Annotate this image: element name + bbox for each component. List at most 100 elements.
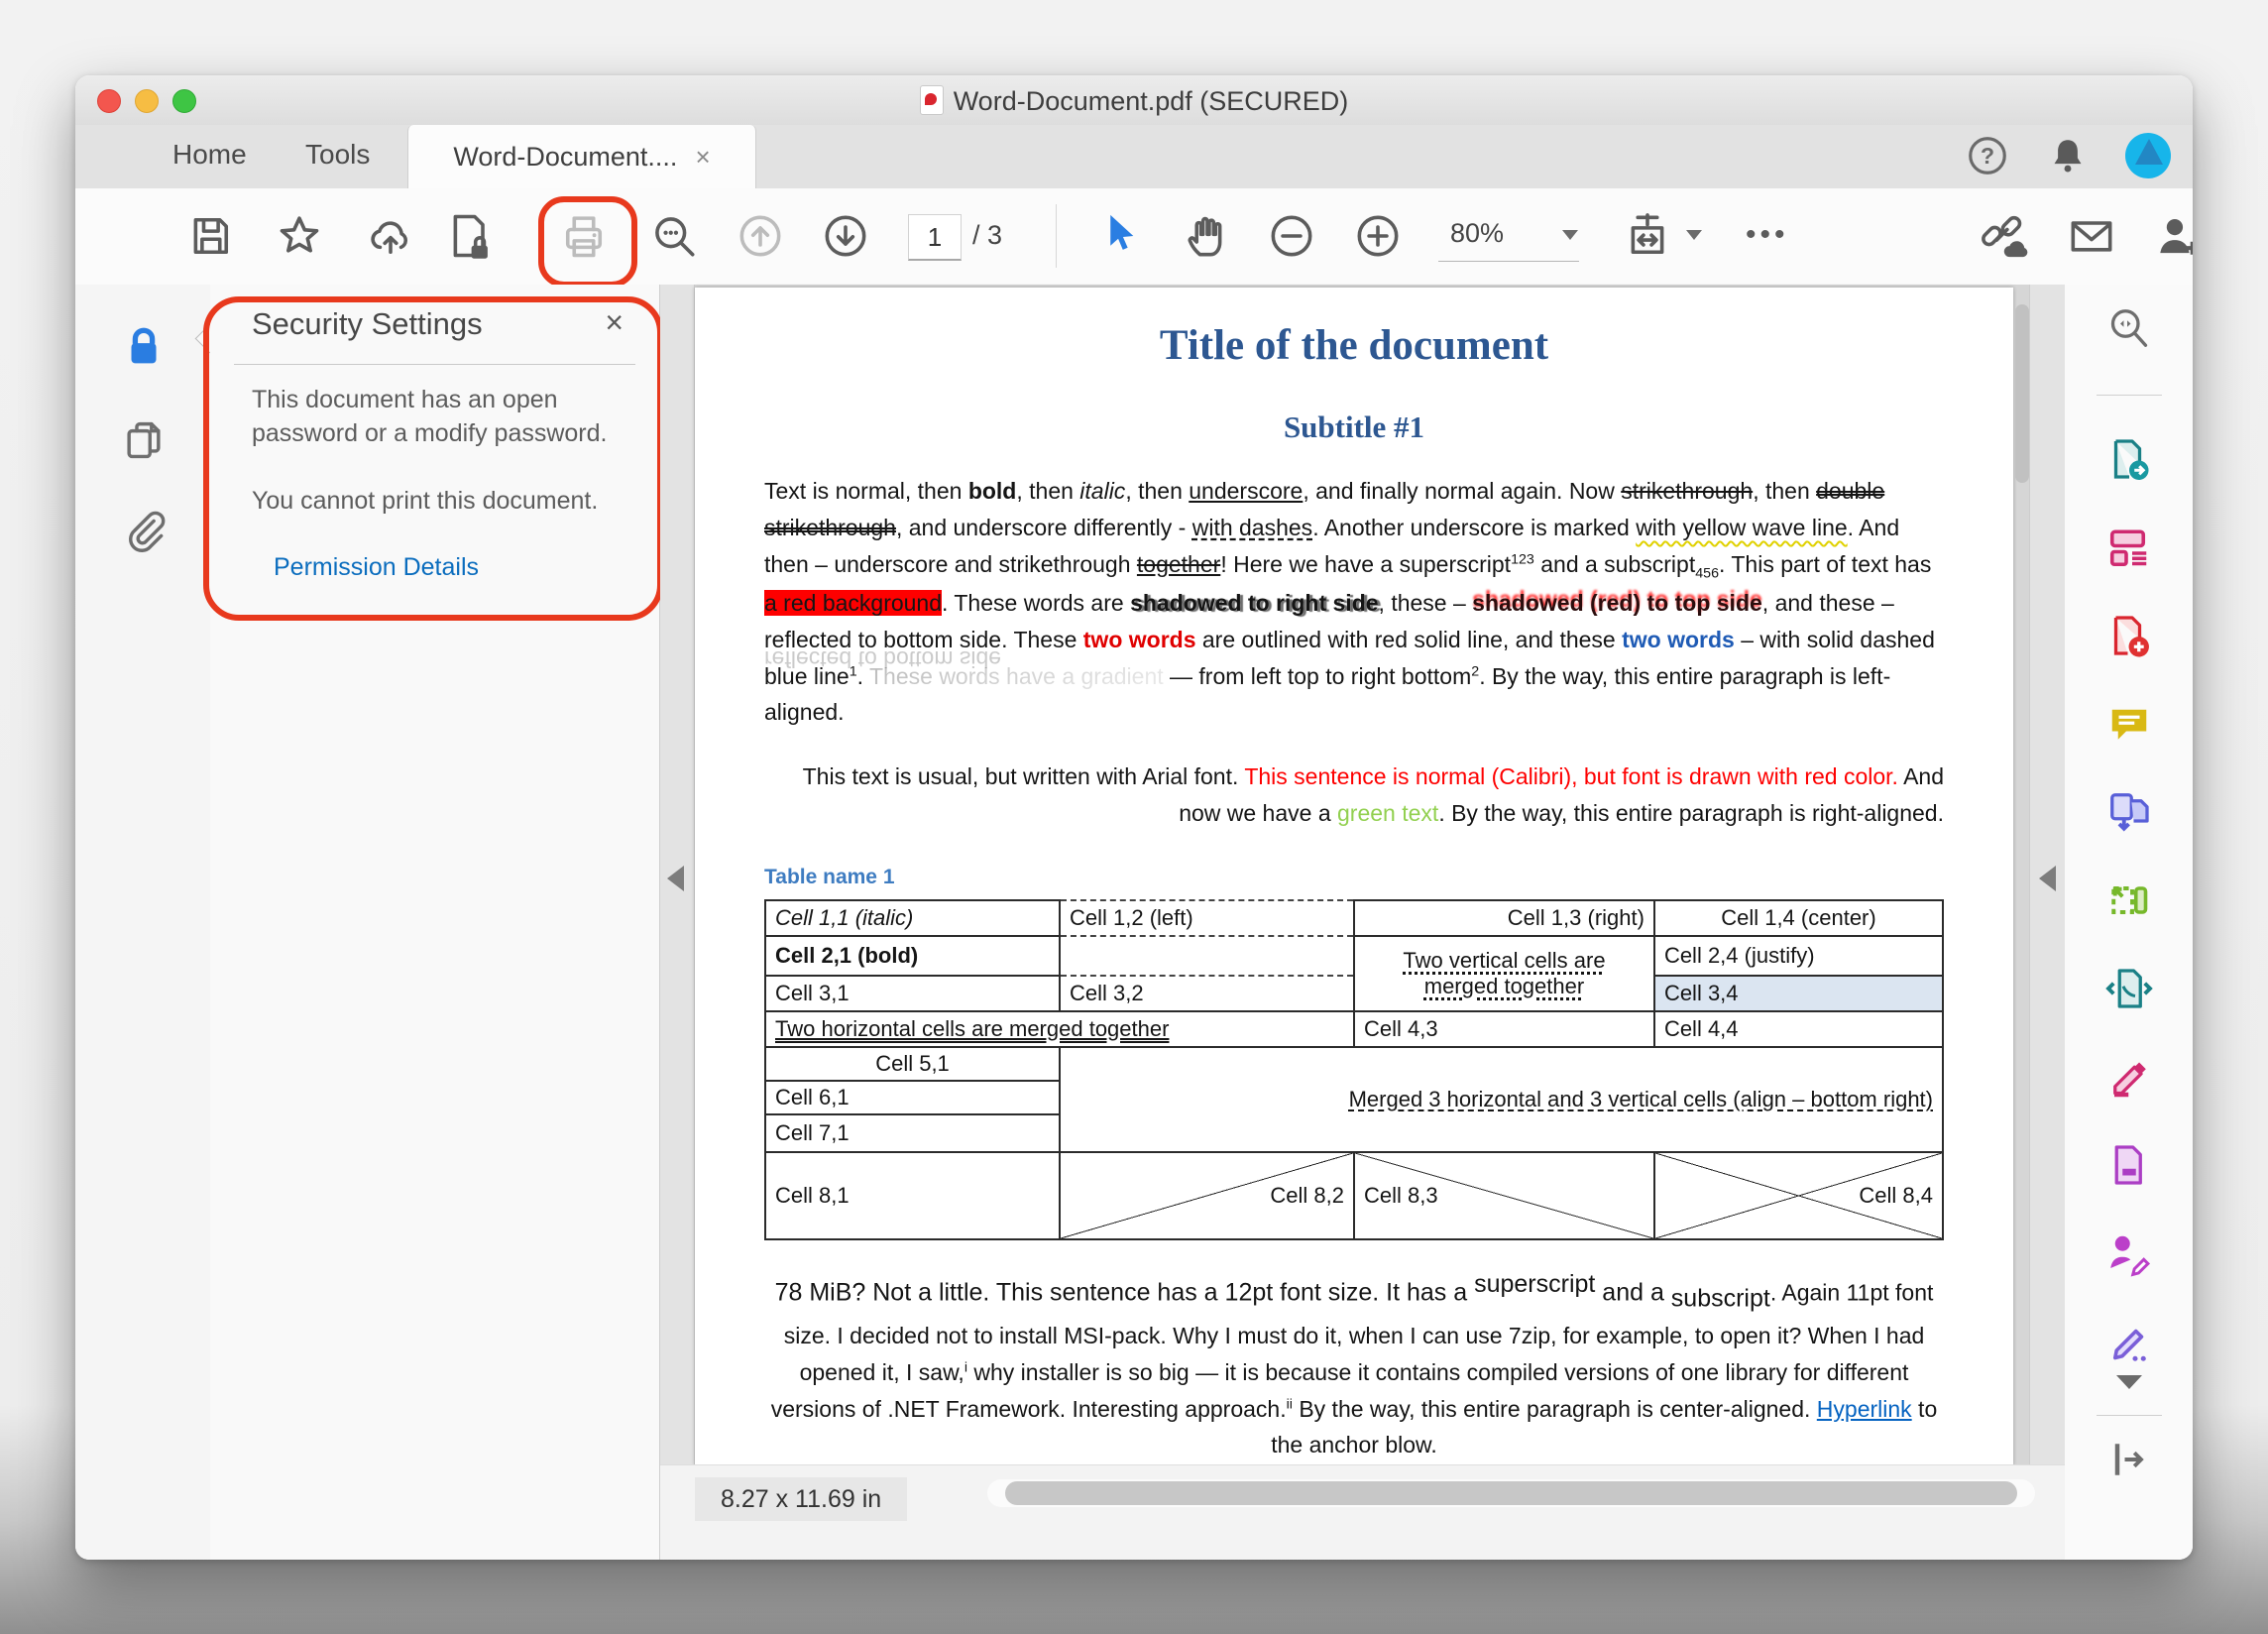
redact-icon[interactable] [2105,1141,2153,1189]
create-pdf-icon[interactable] [2105,612,2153,659]
text-run: ! Here we have a superscript [1220,551,1511,577]
edit-pdf-icon[interactable] [2105,876,2153,924]
table-cell: Cell 8,2 [1060,1152,1354,1239]
more-tools-chevron-icon[interactable] [2116,1375,2142,1389]
sidebar-divider [2097,1415,2162,1416]
text-run: 1 [850,663,857,679]
paragraph-right-aligned: This text is usual, but written with Ari… [764,759,1944,832]
help-icon[interactable]: ? [1965,133,2010,178]
table-cell: Two horizontal cells are merged together [765,1011,1354,1047]
tab-tools[interactable]: Tools [305,139,370,171]
panel-close-icon[interactable]: × [605,306,624,338]
attachments-icon[interactable] [119,505,169,554]
notifications-icon[interactable] [2046,134,2090,177]
permission-details-link[interactable]: Permission Details [274,551,479,585]
compress-pdf-icon[interactable] [2105,965,2153,1012]
text-run: . Another underscore is marked [1312,515,1636,540]
text-run: 456 [1695,565,1719,581]
right-pane-splitter[interactable] [2029,285,2066,1465]
collapse-left-icon[interactable] [667,866,684,891]
app-window: Word-Document.pdf (SECURED) Home Tools W… [75,75,2193,1560]
invite-icon[interactable] [2153,210,2193,262]
panel-text-passwords: This document has an open password or a … [252,384,629,451]
page-number-input[interactable]: 1 [908,214,962,261]
next-page-icon[interactable] [820,210,871,262]
tab-home[interactable]: Home [172,139,247,171]
page-thumbnails-icon[interactable] [119,415,169,465]
table-cell: Cell 2,1 (bold) [765,936,1060,976]
hand-tool-icon[interactable] [1181,210,1232,262]
text-run: These words have a gradient [869,663,1164,689]
fit-width-icon[interactable] [1622,210,1673,262]
table-cell: Cell 1,2 (left) [1060,900,1354,936]
toolbar-divider [1056,204,1057,268]
table-cell: Cell 4,3 [1354,1011,1654,1047]
table-cell: Merged 3 horizontal and 3 vertical cells… [1060,1047,1943,1152]
email-icon[interactable] [2066,210,2117,262]
left-pane-splitter[interactable] [660,285,695,1465]
select-tool-icon[interactable] [1094,210,1146,262]
table-cell: Two vertical cells are merged together [1354,936,1654,1011]
text-run: a red background [764,590,942,616]
document-title: Title of the document [764,321,1944,370]
search-icon[interactable] [648,210,700,262]
fit-width-caret-icon[interactable] [1686,230,1702,240]
right-tools-sidebar [2065,285,2193,1560]
avatar[interactable] [2125,133,2171,178]
text-run: , and these – [1762,590,1894,616]
sign-certificates-icon[interactable] [2105,1318,2153,1365]
collapse-right-icon[interactable] [2039,866,2056,891]
previous-page-icon[interactable] [735,210,786,262]
page-size-label: 8.27 x 11.69 in [695,1477,907,1521]
toolbar: 1 / 3 80% ••• [75,188,2193,286]
vertical-scroll-thumb[interactable] [2015,304,2029,483]
table-cell: Cell 4,4 [1654,1011,1943,1047]
export-pdf-icon[interactable] [2105,435,2153,483]
horizontal-scroll-thumb[interactable] [1005,1481,2017,1505]
organize-pages-icon[interactable] [2105,524,2153,571]
zoom-caret-icon[interactable] [1562,230,1578,240]
zoom-out-icon[interactable] [1266,210,1317,262]
share-cloud-icon[interactable] [365,210,416,262]
text-run: two words [1622,627,1735,652]
export-lock-icon[interactable] [444,210,496,262]
print-icon[interactable] [558,210,610,262]
panel-divider [234,364,635,365]
table-cell: Cell 2,4 (justify) [1654,936,1943,976]
text-run: are outlined with red solid line, and th… [1196,627,1623,652]
star-icon[interactable] [274,210,325,262]
zoom-level-select[interactable]: 80% [1438,218,1579,262]
combine-files-icon[interactable] [2105,788,2153,836]
paragraph-center-aligned: 78 MiB? Not a little. This sentence has … [764,1264,1944,1463]
fill-and-sign-icon[interactable] [2105,1053,2153,1101]
text-run: 78 MiB? Not a little. This sentence has … [775,1278,1474,1306]
text-run: and a [1595,1278,1670,1306]
svg-text:?: ? [1981,143,1994,169]
table-cell [1060,936,1354,976]
pdf-page: Title of the document Subtitle #1 Text i… [695,288,2013,1465]
text-run: shadowed to right side [1130,590,1378,616]
expand-pane-icon[interactable] [2105,1436,2153,1483]
text-run: , and finally normal again. Now [1303,478,1621,504]
window-title: Word-Document.pdf (SECURED) [75,85,2193,117]
more-tools-icon[interactable]: ••• [1746,218,1789,252]
table-cell: Cell 1,3 (right) [1354,900,1654,936]
text-run: By the way, this entire paragraph is cen… [1293,1396,1817,1422]
vertical-scrollbar[interactable] [2015,285,2029,1465]
horizontal-scrollbar[interactable] [987,1479,2035,1507]
request-signatures-icon[interactable] [2105,1229,2153,1277]
tab-document[interactable]: Word-Document.... × [407,125,756,188]
sidebar-divider [2097,395,2162,396]
text-run: together [1137,551,1220,577]
comment-icon[interactable] [2105,700,2153,748]
share-link-icon[interactable] [1977,210,2028,262]
tab-close-icon[interactable]: × [695,144,710,170]
text-run: , then [1125,478,1189,504]
save-icon[interactable] [184,210,236,262]
security-lock-icon[interactable] [119,322,169,372]
table-cell: Cell 7,1 [765,1114,1060,1152]
title-bar: Word-Document.pdf (SECURED) [75,75,2193,126]
zoom-in-icon[interactable] [1352,210,1404,262]
text-run[interactable]: Hyperlink [1817,1396,1912,1422]
zoom-search-icon[interactable] [2105,304,2153,352]
